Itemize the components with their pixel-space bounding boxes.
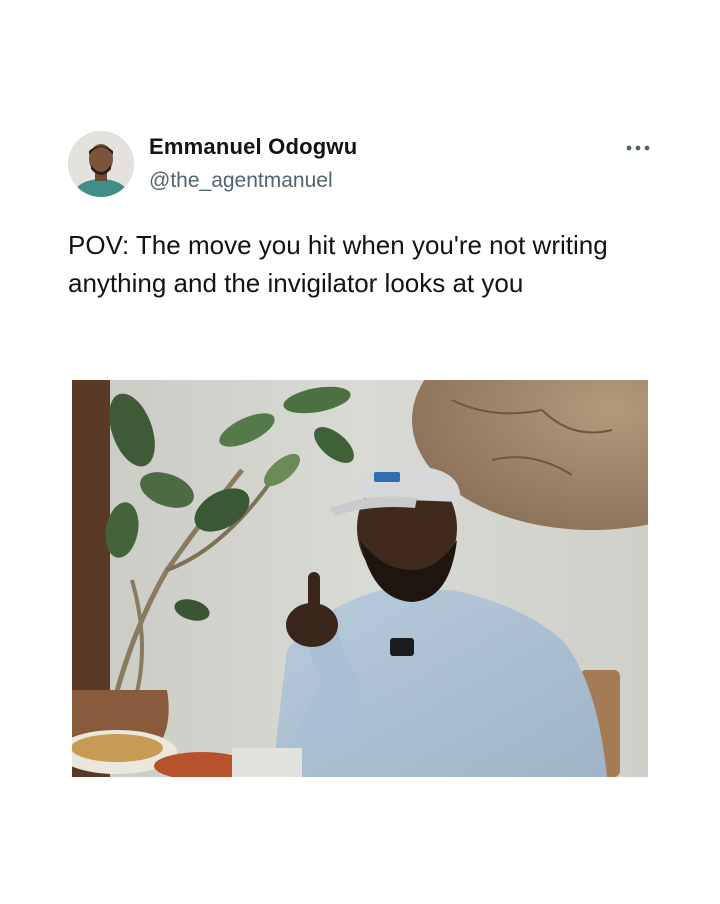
avatar-photo-icon [68,131,134,197]
author-handle[interactable]: @the_agentmanuel [149,169,333,193]
photo-scene [72,380,648,777]
more-options-button[interactable] [618,136,658,160]
tweet-text: POV: The move you hit when you're not wr… [68,230,608,298]
author-avatar[interactable] [68,131,134,197]
author-display-name[interactable]: Emmanuel Odogwu [149,134,357,160]
tweet-media-photo[interactable] [72,380,648,777]
more-horizontal-icon [626,145,650,151]
tweet-card: Emmanuel Odogwu @the_agentmanuel POV: Th… [0,0,720,904]
